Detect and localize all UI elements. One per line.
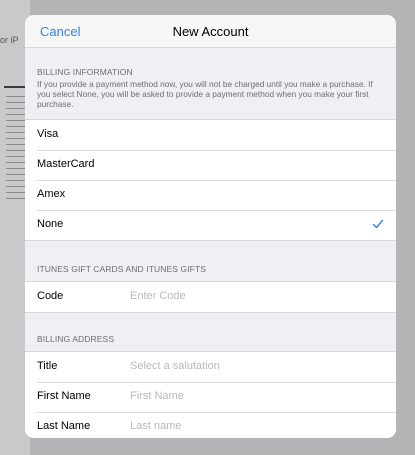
title-label: Title xyxy=(37,360,58,372)
title-row: Title Select a salutation xyxy=(25,352,396,382)
gift-code-group: Code Enter Code xyxy=(25,281,396,313)
last-name-label: Last Name xyxy=(37,420,91,432)
payment-option-mastercard[interactable]: MasterCard xyxy=(25,150,396,180)
gift-code-row: Code Enter Code xyxy=(25,282,396,312)
billing-address-header: BILLING ADDRESS xyxy=(37,334,115,344)
last-name-input[interactable]: Last name xyxy=(130,420,181,432)
payment-option-label: Amex xyxy=(37,188,66,200)
first-name-input[interactable]: First Name xyxy=(130,390,184,402)
payment-option-label: Visa xyxy=(37,128,59,140)
code-label: Code xyxy=(37,290,64,302)
new-account-sheet: Cancel New Account BILLING INFORMATION I… xyxy=(25,15,396,438)
payment-method-list: Visa MasterCard Amex None xyxy=(25,119,396,241)
first-name-label: First Name xyxy=(37,390,91,402)
salutation-select[interactable]: Select a salutation xyxy=(130,360,220,372)
first-name-row: First Name First Name xyxy=(25,382,396,412)
checkmark-icon xyxy=(372,219,384,229)
payment-option-none[interactable]: None xyxy=(25,210,396,240)
gift-cards-header: ITUNES GIFT CARDS AND ITUNES GIFTS xyxy=(37,264,207,274)
background-snippet: or iP xyxy=(0,35,19,45)
payment-option-visa[interactable]: Visa xyxy=(25,120,396,150)
payment-option-label: MasterCard xyxy=(37,158,95,170)
last-name-row: Last Name Last name xyxy=(25,412,396,438)
code-input[interactable]: Enter Code xyxy=(130,290,186,302)
billing-information-description: If you provide a payment method now, you… xyxy=(37,79,373,109)
navigation-bar: Cancel New Account xyxy=(25,15,396,48)
billing-address-group: Title Select a salutation First Name Fir… xyxy=(25,351,396,438)
payment-option-amex[interactable]: Amex xyxy=(25,180,396,210)
page-title: New Account xyxy=(172,24,249,39)
payment-option-label: None xyxy=(37,218,64,230)
billing-information-header: BILLING INFORMATION xyxy=(37,67,133,77)
